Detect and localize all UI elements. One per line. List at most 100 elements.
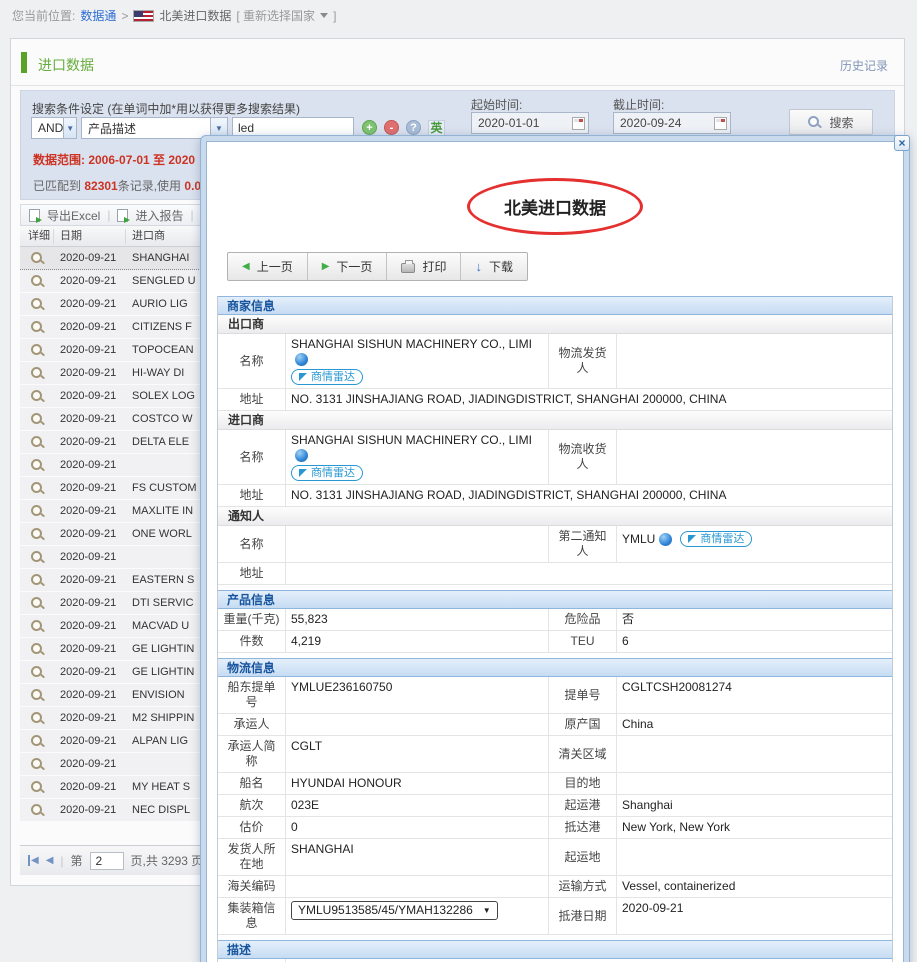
download-page-button[interactable]: ↓下载 [461, 253, 527, 280]
date-cell: 2020-09-21 [54, 390, 126, 402]
globe-icon[interactable] [295, 353, 308, 366]
globe-icon[interactable] [659, 533, 672, 546]
enter-report-button[interactable]: 进入报告 [135, 207, 183, 224]
magnifier-icon[interactable] [31, 574, 44, 587]
radar-icon [299, 469, 307, 477]
help-button[interactable]: ? [406, 120, 421, 135]
modal-toolbar: ◀上一页▶下一页打印↓下载 [227, 252, 528, 281]
date-cell: 2020-09-21 [54, 459, 126, 471]
magnifier-icon[interactable] [31, 275, 44, 288]
print-page-button[interactable]: 打印 [387, 253, 461, 280]
next-page-label: 下一页 [336, 258, 372, 275]
globe-icon[interactable] [295, 449, 308, 462]
magnifier-icon[interactable] [31, 413, 44, 426]
magnifier-icon[interactable] [31, 735, 44, 748]
magnifier-icon[interactable] [31, 436, 44, 449]
subsection-header: 进口商 [218, 411, 892, 430]
date-cell: 2020-09-21 [54, 574, 126, 586]
prev-page-icon[interactable]: ◀ [46, 855, 54, 866]
detail-row: 集装箱信息YMLU9513585/45/YMAH132286▼抵港日期2020-… [218, 898, 892, 935]
detail-cell [20, 781, 54, 794]
magnifier-icon[interactable] [31, 643, 44, 656]
detail-cell [20, 413, 54, 426]
magnifier-icon[interactable] [31, 459, 44, 472]
business-radar-badge[interactable]: 商情雷达 [291, 369, 363, 385]
magnifier-icon[interactable] [31, 344, 44, 357]
detail-row: 海关编码运输方式Vessel, containerized [218, 876, 892, 898]
first-page-icon[interactable]: ◀ [28, 855, 39, 866]
detail-row: 地址 [218, 563, 892, 585]
business-radar-badge[interactable]: 商情雷达 [680, 531, 752, 547]
calendar-icon[interactable] [572, 117, 585, 130]
start-date-input[interactable]: 2020-01-01 [471, 112, 589, 134]
subsection-header: 通知人 [218, 507, 892, 526]
us-flag-icon [133, 10, 154, 22]
field-value [286, 714, 549, 735]
search-heading: 搜索条件设定 (在单词中加*用以获得更多搜索结果) [32, 100, 300, 117]
column-header-detail[interactable]: 详细 [20, 229, 54, 244]
field-label: 起运地 [549, 839, 617, 875]
date-cell: 2020-09-21 [54, 735, 126, 747]
chevron-down-icon[interactable] [320, 13, 328, 18]
magnifier-icon[interactable] [31, 321, 44, 334]
close-icon[interactable]: × [894, 135, 910, 151]
export-excel-button[interactable]: 导出Excel [47, 207, 100, 224]
date-cell: 2020-09-21 [54, 712, 126, 724]
next-page-button[interactable]: ▶下一页 [308, 253, 388, 280]
magnifier-icon[interactable] [31, 597, 44, 610]
remove-condition-button[interactable]: - [384, 120, 399, 135]
date-cell: 2020-09-21 [54, 344, 126, 356]
magnifier-icon[interactable] [31, 551, 44, 564]
date-cell: 2020-09-21 [54, 413, 126, 425]
magnifier-icon[interactable] [31, 298, 44, 311]
field-label: 名称 [218, 526, 286, 562]
search-button[interactable]: 搜索 [789, 109, 873, 135]
magnifier-icon[interactable] [31, 804, 44, 817]
report-icon [117, 209, 128, 222]
select-arrow-icon: ▼ [63, 118, 76, 138]
magnifier-icon[interactable] [31, 620, 44, 633]
field-label: 件数 [218, 631, 286, 652]
field-value: 2020-09-21 [617, 898, 892, 934]
field-value: 否 [617, 609, 892, 630]
container-info-select[interactable]: YMLU9513585/45/YMAH132286▼ [291, 901, 498, 920]
boolean-operator-select[interactable]: AND ▼ [31, 117, 77, 139]
magnifier-icon[interactable] [31, 758, 44, 771]
end-date-input[interactable]: 2020-09-24 [613, 112, 731, 134]
magnifier-icon[interactable] [31, 390, 44, 403]
pagination-separator: | [60, 854, 63, 868]
printer-icon [401, 263, 415, 273]
detail-row: 承运人原产国China [218, 714, 892, 736]
magnifier-icon[interactable] [31, 712, 44, 725]
magnifier-icon[interactable] [31, 252, 44, 265]
business-radar-label: 商情雷达 [311, 466, 355, 481]
detail-table: 商家信息出口商名称SHANGHAI SISHUN MACHINERY CO., … [217, 296, 893, 962]
add-condition-button[interactable]: + [362, 120, 377, 135]
magnifier-icon[interactable] [31, 689, 44, 702]
page-number-input[interactable]: 2 [90, 852, 124, 870]
toolbar-separator: | [191, 208, 194, 222]
magnifier-icon[interactable] [31, 666, 44, 679]
breadcrumb-home-link[interactable]: 数据通 [80, 7, 116, 24]
field-label: 估价 [218, 817, 286, 838]
language-toggle-button[interactable]: 英 [428, 120, 445, 136]
business-radar-badge[interactable]: 商情雷达 [291, 465, 363, 481]
field-label: 第二通知人 [549, 526, 617, 562]
field-label: 承运人 [218, 714, 286, 735]
section-header: 产品信息 [218, 590, 892, 609]
calendar-icon[interactable] [714, 117, 727, 130]
magnifier-icon[interactable] [31, 482, 44, 495]
field-label: 物流收货人 [549, 430, 617, 484]
field-value: 55,823 [286, 609, 549, 630]
history-link[interactable]: 历史记录 [840, 57, 888, 74]
column-header-date[interactable]: 日期 [54, 229, 126, 244]
magnifier-icon[interactable] [31, 367, 44, 380]
field-label: 地址 [218, 485, 286, 506]
magnifier-icon[interactable] [31, 781, 44, 794]
magnifier-icon[interactable] [31, 528, 44, 541]
search-hint: (在单词中加*用以获得更多搜索结果) [107, 102, 300, 116]
magnifier-icon[interactable] [31, 505, 44, 518]
date-cell: 2020-09-21 [54, 689, 126, 701]
prev-page-button[interactable]: ◀上一页 [228, 253, 308, 280]
download-page-label: 下载 [489, 258, 513, 275]
